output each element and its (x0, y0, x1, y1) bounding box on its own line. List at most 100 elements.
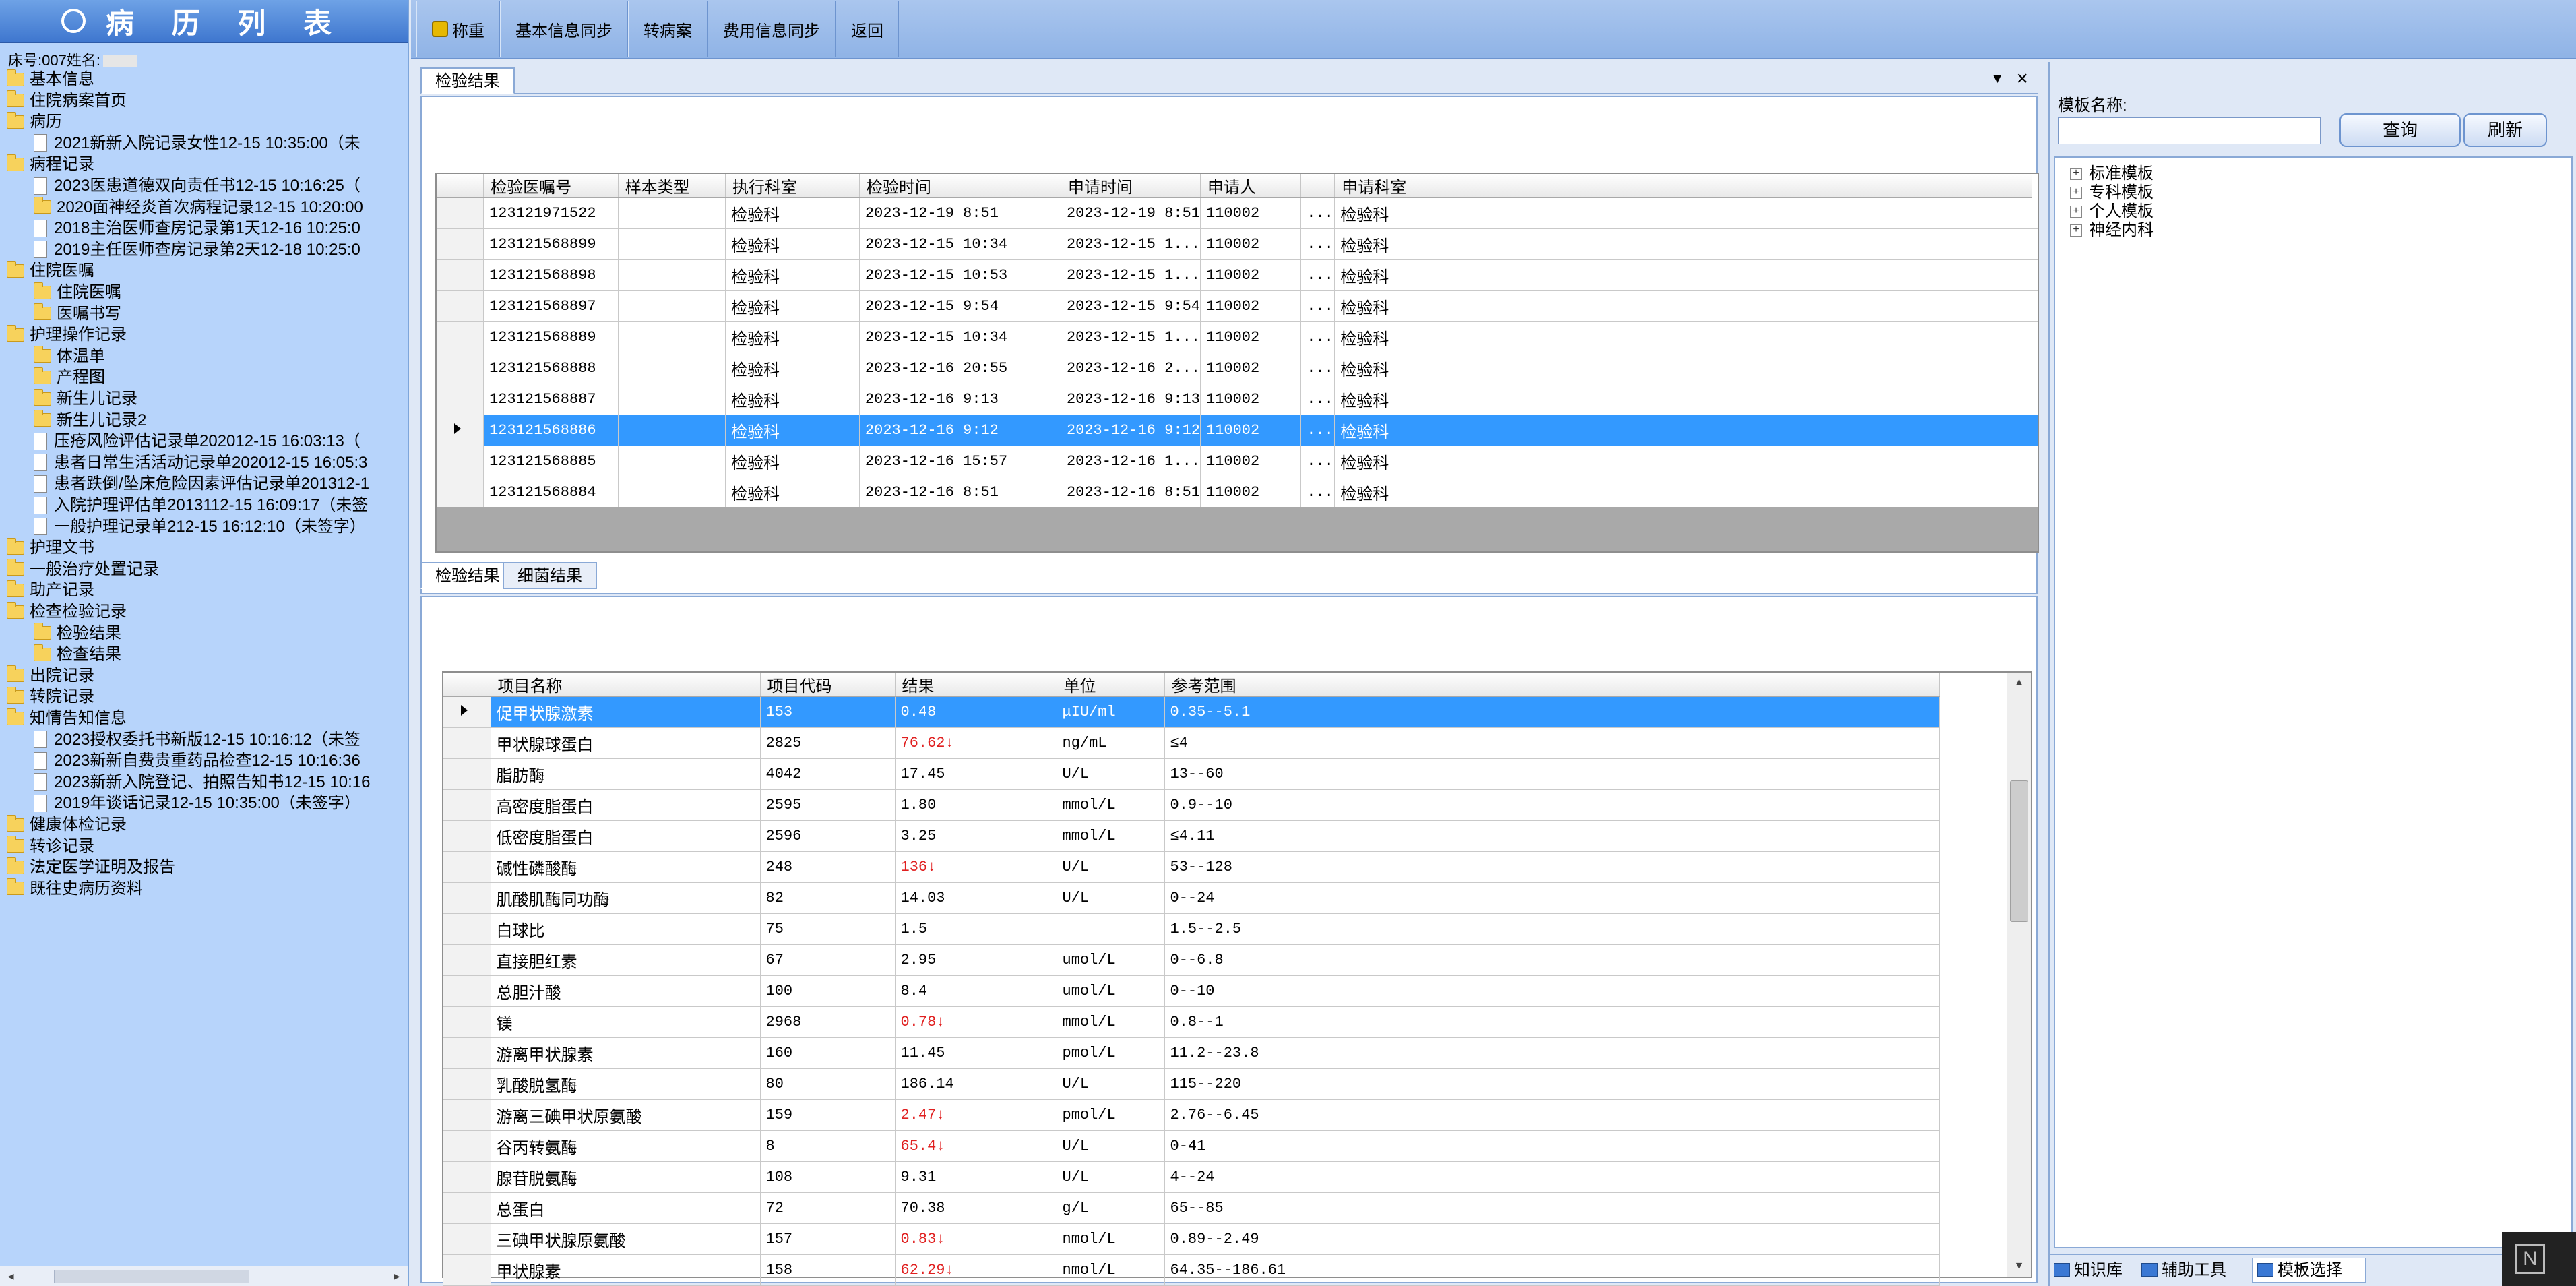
table-row[interactable]: 碱性磷酸酶 248 136↓ U/L 53--128 (443, 851, 1940, 883)
row-header[interactable] (443, 1068, 491, 1100)
refresh-button[interactable]: 刷新 (2463, 113, 2547, 147)
tree-node[interactable]: 住院医嘱 (7, 260, 94, 281)
row-header[interactable] (443, 789, 491, 821)
row-header[interactable] (443, 1254, 491, 1286)
tree-node[interactable]: 一般治疗处置记录 (7, 559, 159, 580)
row-header[interactable] (443, 696, 491, 728)
tree-node[interactable]: 检查检验记录 (7, 601, 127, 622)
tree-node-specialty[interactable]: + 专科模板 (2070, 183, 2154, 202)
template-search-input[interactable] (2058, 117, 2321, 144)
tree-node[interactable]: 助产记录 (7, 580, 94, 601)
col-apply-dept[interactable]: 申请科室 (1334, 174, 2032, 198)
expand-icon[interactable]: + (2070, 168, 2082, 180)
tree-node[interactable]: 患者跌倒/坠床危险因素评估记录单201312-1 (34, 473, 369, 494)
tab-knowledge-base[interactable]: 知识库 (2050, 1258, 2137, 1283)
tab-lab-results[interactable]: 检验结果 (420, 67, 515, 94)
col-applicant[interactable]: 申请人 (1200, 174, 1302, 198)
tree-node[interactable]: 新生儿记录2 (34, 410, 146, 431)
table-row[interactable]: 123121568889 检验科 2023-12-15 10:34 2023-12-1… (437, 322, 2038, 353)
table-row[interactable]: 腺苷脱氨酶 108 9.31 U/L 4--24 (443, 1161, 1940, 1193)
tree-node[interactable]: 知情告知信息 (7, 708, 127, 729)
row-header[interactable] (443, 1223, 491, 1255)
tree-node[interactable]: 患者日常生活活动记录单202012-15 16:05:3 (34, 452, 368, 473)
tree-node[interactable]: 2023医患道德双向责任书12-15 10:16:25（ (34, 175, 360, 196)
sync-fee-info-button[interactable]: 费用信息同步 (708, 1, 836, 57)
tab-test-results[interactable]: 检验结果 (420, 562, 515, 589)
tree-node[interactable]: 2018主治医师查房记录第1天12-16 10:25:0 (34, 218, 360, 239)
tree-node[interactable]: 入院护理评估单2013112-15 16:09:17（未签 (34, 495, 368, 516)
table-row[interactable]: 乳酸脱氢酶 80 186.14 U/L 115--220 (443, 1068, 1940, 1100)
tree-node[interactable]: 住院病案首页 (7, 90, 127, 111)
tree-node[interactable]: 新生儿记录 (34, 388, 137, 409)
tab-bacteria-results[interactable]: 细菌结果 (503, 562, 597, 589)
tree-node[interactable]: 病程记录 (7, 154, 94, 175)
row-header[interactable] (443, 913, 491, 945)
row-header[interactable] (443, 820, 491, 852)
table-row[interactable]: 高密度脂蛋白 2595 1.80 mmol/L 0.9--10 (443, 789, 1940, 821)
col-item-code[interactable]: 项目代码 (760, 673, 896, 697)
row-header[interactable] (443, 727, 491, 759)
tree-node[interactable]: 出院记录 (7, 665, 94, 686)
tree-node[interactable]: 检验结果 (34, 623, 121, 644)
tree-node[interactable]: 病历 (7, 111, 62, 132)
row-header[interactable] (437, 322, 484, 353)
tree-node[interactable]: 2023新新自费贵重药品检查12-15 10:16:36 (34, 750, 360, 771)
col-apply-time[interactable]: 申请时间 (1061, 174, 1201, 198)
table-row[interactable]: 三碘甲状腺原氨酸 157 0.83↓ nmol/L 0.89--2.49 (443, 1223, 1940, 1255)
col-test-time[interactable]: 检验时间 (859, 174, 1061, 198)
tab-aux-tools[interactable]: 辅助工具 (2137, 1258, 2252, 1283)
tree-node[interactable]: 医嘱书写 (34, 303, 121, 324)
table-row[interactable]: 直接胆红素 67 2.95 umol/L 0--6.8 (443, 944, 1940, 976)
row-header[interactable] (437, 477, 484, 508)
scroll-up-icon[interactable]: ▲ (2007, 673, 2031, 693)
table-row[interactable]: 总蛋白 72 70.38 g/L 65--85 (443, 1192, 1940, 1224)
table-row[interactable]: 123121568897 检验科 2023-12-15 9:54 2023-12-15… (437, 290, 2038, 322)
table-row[interactable]: 总胆汁酸 100 8.4 umol/L 0--10 (443, 975, 1940, 1007)
tree-node[interactable]: 2019主任医师查房记录第2天12-18 10:25:0 (34, 239, 360, 260)
table-row[interactable]: 123121568885 检验科 2023-12-16 15:57 2023-12-1… (437, 446, 2038, 477)
row-header[interactable] (443, 975, 491, 1007)
table-row[interactable]: 123121568886 检验科 2023-12-16 9:12 2023-12-16… (437, 415, 2038, 446)
scroll-left-icon[interactable]: ◂ (3, 1269, 19, 1284)
table-row[interactable]: 123121568887 检验科 2023-12-16 9:13 2023-12-16… (437, 384, 2038, 415)
tree-node[interactable]: 健康体检记录 (7, 814, 127, 835)
transfer-record-button[interactable]: 转病案 (628, 1, 708, 57)
scroll-down-icon[interactable]: ▼ (2007, 1256, 2031, 1277)
tree-node[interactable]: 2023授权委托书新版12-15 10:16:12（未签 (34, 729, 360, 750)
sync-basic-info-button[interactable]: 基本信息同步 (500, 1, 628, 57)
row-header[interactable] (437, 228, 484, 260)
table-row[interactable]: 脂肪酶 4042 17.45 U/L 13--60 (443, 758, 1940, 790)
refresh-icon[interactable] (61, 9, 86, 33)
tree-node[interactable]: 法定医学证明及报告 (7, 857, 175, 878)
table-row[interactable]: 123121568884 检验科 2023-12-16 8:51 2023-12-16… (437, 477, 2038, 508)
table-row[interactable]: 肌酸肌酶同功酶 82 14.03 U/L 0--24 (443, 882, 1940, 914)
row-header[interactable] (443, 1130, 491, 1162)
tree-node[interactable]: 住院医嘱 (34, 282, 121, 303)
row-header[interactable] (443, 758, 491, 790)
row-header[interactable] (437, 384, 484, 415)
row-header[interactable] (443, 1037, 491, 1069)
row-header[interactable] (437, 353, 484, 384)
tree-node[interactable]: 压疮风险评估记录单202012-15 16:03:13（ (34, 431, 360, 452)
row-header[interactable] (443, 1099, 491, 1131)
col-sample-type[interactable]: 样本类型 (618, 174, 726, 198)
weigh-button[interactable]: 称重 (416, 1, 500, 57)
scroll-right-icon[interactable]: ▸ (389, 1269, 405, 1284)
tree-node[interactable]: 既往史病历资料 (7, 878, 143, 899)
table-row[interactable]: 白球比 75 1.5 1.5--2.5 (443, 913, 1940, 945)
table-row[interactable]: 123121568899 检验科 2023-12-15 10:34 2023-12-1… (437, 228, 2038, 260)
row-header[interactable] (443, 1006, 491, 1038)
tree-node[interactable]: 2021新新入院记录女性12-15 10:35:00（未 (34, 133, 360, 154)
tree-node[interactable]: 2020面神经炎首次病程记录12-15 10:20:00 (34, 197, 363, 218)
expand-icon[interactable]: + (2070, 224, 2082, 237)
table-row[interactable]: 甲状腺素 158 62.29↓ nmol/L 64.35--186.61 (443, 1254, 1940, 1286)
tree-node[interactable]: 2019年谈话记录12-15 10:35:00（未签字） (34, 793, 360, 814)
table-row[interactable]: 游离三碘甲状原氨酸 159 2.47↓ pmol/L 2.76--6.45 (443, 1099, 1940, 1131)
row-header[interactable] (437, 197, 484, 229)
table-row[interactable]: 甲状腺球蛋白 2825 76.62↓ ng/mL ≤4 (443, 727, 1940, 759)
col-ref-range[interactable]: 参考范围 (1164, 673, 1940, 697)
col-order-no[interactable]: 检验医嘱号 (483, 174, 619, 198)
row-header[interactable] (443, 944, 491, 976)
close-icon[interactable]: × (2016, 67, 2028, 90)
query-button[interactable]: 查询 (2339, 113, 2461, 147)
